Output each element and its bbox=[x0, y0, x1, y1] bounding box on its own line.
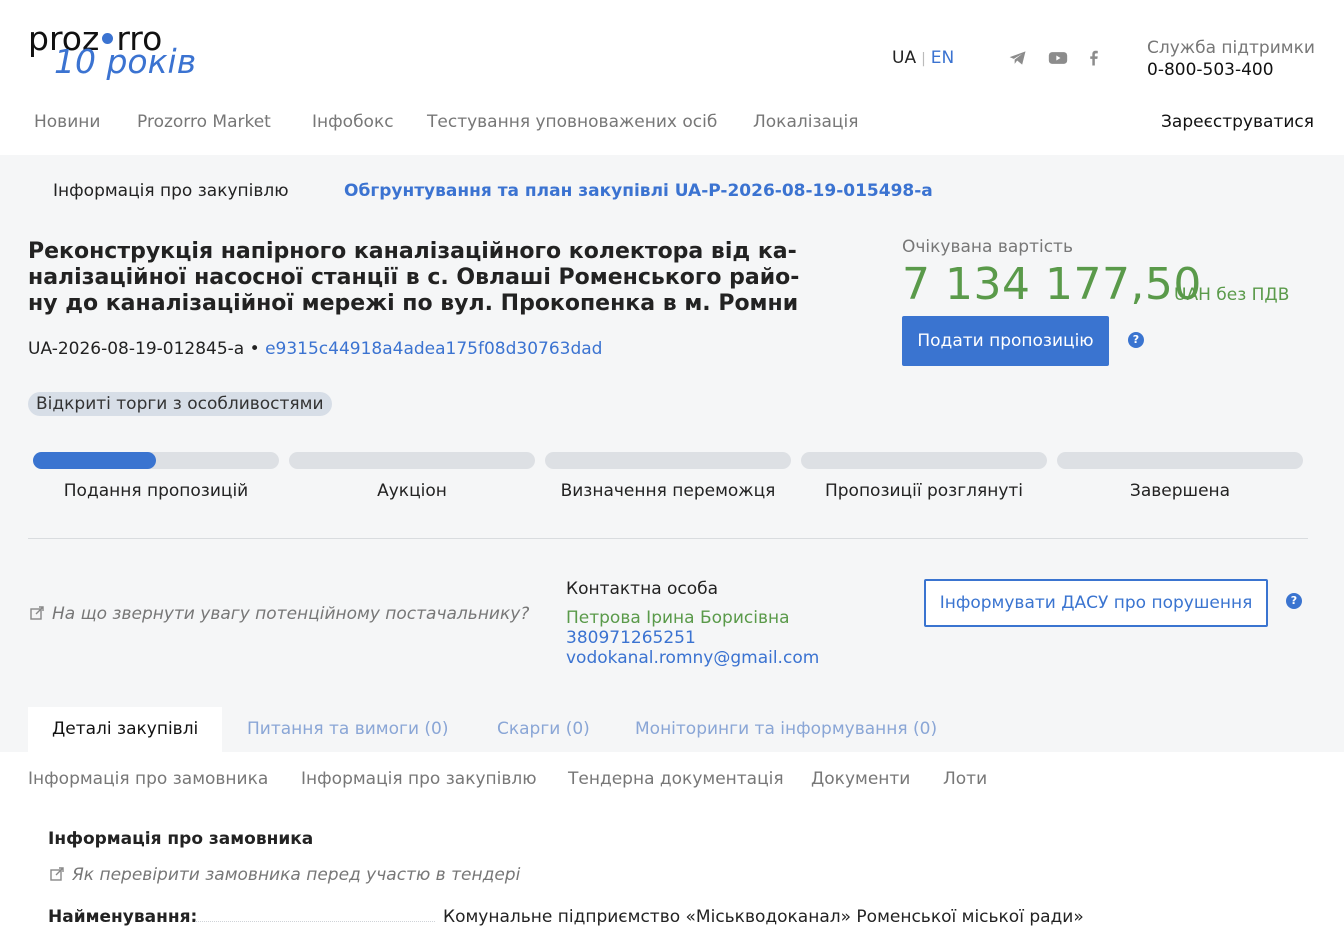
tab-tender-info[interactable]: Інформація про закупівлю bbox=[53, 181, 289, 201]
subnav-docs-tender[interactable]: Тендерна документація bbox=[568, 769, 784, 789]
customer-check-link[interactable]: Як перевірити замовника перед участю в т… bbox=[50, 865, 520, 885]
subnav-lots[interactable]: Лоти bbox=[943, 769, 987, 789]
expected-value: 7 134 177,50 bbox=[902, 259, 1202, 310]
stage-bar-winner bbox=[545, 452, 791, 469]
stage-bar-completed bbox=[1057, 452, 1303, 469]
lang-separator: | bbox=[921, 51, 926, 67]
tender-ids: UA-2026-08-19-012845-a • e9315c44918a4ad… bbox=[28, 339, 602, 359]
section-divider bbox=[28, 538, 1308, 539]
help-icon[interactable]: ? bbox=[1128, 332, 1144, 348]
language-switcher: UA | EN bbox=[892, 48, 954, 68]
youtube-icon[interactable] bbox=[1047, 48, 1069, 68]
contact-email[interactable]: vodokanal.romny@gmail.com bbox=[566, 648, 819, 668]
tender-title: Реконструкція напірного каналізаційного … bbox=[28, 239, 800, 316]
report-dasu-button[interactable]: Інформувати ДАСУ про порушення bbox=[924, 579, 1268, 627]
customer-name-value: Комунальне підприємство «Міськводоканал»… bbox=[443, 907, 1084, 927]
stage-label: Подання пропозицій bbox=[63, 481, 249, 501]
supplier-attention-link[interactable]: На що звернути увагу потенційному постач… bbox=[30, 604, 529, 624]
subnav-procurement[interactable]: Інформація про закупівлю bbox=[301, 769, 537, 789]
nav-infobox[interactable]: Інфобокс bbox=[312, 112, 394, 132]
stage-bar-reviewed bbox=[801, 452, 1047, 469]
nav-testing[interactable]: Тестування уповноважених осіб bbox=[427, 112, 717, 132]
site-header: proz rro 10 років UA | EN Служба підтримки … bbox=[0, 0, 1344, 155]
tab-monitoring[interactable]: Моніторинги та інформування (0) bbox=[611, 707, 961, 752]
stage-fill bbox=[33, 452, 156, 469]
procedure-badge: Відкриті торги з особливостями bbox=[28, 392, 332, 416]
register-link[interactable]: Зареєструватися bbox=[1161, 112, 1314, 132]
stage-bar-auction bbox=[289, 452, 535, 469]
prozorro-logo[interactable]: proz rro 10 років bbox=[28, 22, 198, 84]
logo-anniversary: 10 років bbox=[54, 42, 197, 81]
contact-title: Контактна особа bbox=[566, 579, 719, 599]
tab-complaints[interactable]: Скарги (0) bbox=[473, 707, 614, 752]
support-info: Служба підтримки 0-800-503-400 bbox=[1147, 38, 1315, 80]
row-leader bbox=[195, 921, 435, 922]
contact-phone[interactable]: 380971265251 bbox=[566, 628, 696, 648]
expected-currency: UAH без ПДВ bbox=[1174, 285, 1290, 305]
stage-label: Визначення переможця bbox=[560, 481, 776, 501]
detail-tabs: Деталі закупівлі Питання та вимоги (0) С… bbox=[0, 707, 1344, 752]
facebook-icon[interactable] bbox=[1083, 48, 1105, 68]
tender-hash[interactable]: e9315c44918a4adea175f08d30763dad bbox=[265, 339, 602, 359]
stage-label: Пропозиції розглянуті bbox=[824, 481, 1024, 501]
tab-questions[interactable]: Питання та вимоги (0) bbox=[223, 707, 473, 752]
lang-ua[interactable]: UA bbox=[892, 48, 916, 68]
submit-proposal-button[interactable]: Подати пропозицію bbox=[902, 316, 1109, 366]
support-phone[interactable]: 0-800-503-400 bbox=[1147, 60, 1315, 80]
nav-localization[interactable]: Локалізація bbox=[753, 112, 858, 132]
contact-name: Петрова Ірина Борисівна bbox=[566, 608, 790, 628]
subnav-customer[interactable]: Інформація про замовника bbox=[28, 769, 268, 789]
customer-section-title: Інформація про замовника bbox=[48, 829, 314, 849]
nav-news[interactable]: Новини bbox=[34, 112, 100, 132]
stage-bar-submission bbox=[33, 452, 279, 469]
customer-name-label: Найменування: bbox=[48, 907, 198, 927]
id-separator: • bbox=[249, 339, 260, 359]
tab-details[interactable]: Деталі закупівлі bbox=[28, 707, 223, 752]
telegram-icon[interactable] bbox=[1007, 48, 1029, 68]
tab-tender-plan[interactable]: Обгрунтування та план закупівлі UA-P-202… bbox=[344, 181, 933, 201]
expected-value-label: Очікувана вартість bbox=[902, 237, 1073, 257]
subnav-documents[interactable]: Документи bbox=[811, 769, 910, 789]
tender-panel: Інформація про закупівлю Обгрунтування т… bbox=[0, 155, 1344, 752]
lang-en[interactable]: EN bbox=[931, 48, 954, 68]
external-link-icon bbox=[50, 867, 64, 881]
stage-label: Аукціон bbox=[377, 481, 447, 501]
help-icon[interactable]: ? bbox=[1286, 593, 1302, 609]
external-link-icon bbox=[30, 606, 44, 620]
tender-id: UA-2026-08-19-012845-a bbox=[28, 339, 245, 359]
support-title: Служба підтримки bbox=[1147, 38, 1315, 58]
stage-label: Завершена bbox=[1129, 481, 1231, 501]
nav-market[interactable]: Prozorro Market bbox=[137, 112, 271, 132]
